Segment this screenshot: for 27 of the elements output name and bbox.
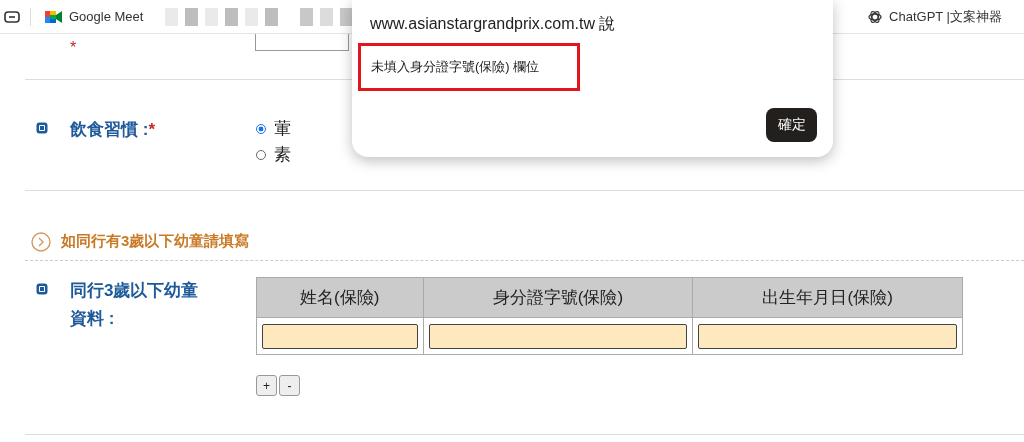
add-row-button[interactable]: + bbox=[256, 375, 277, 396]
column-header: 身分證字號(保險) bbox=[423, 277, 693, 318]
ok-button[interactable]: 確定 bbox=[766, 108, 817, 142]
radio-label[interactable]: 素 bbox=[274, 142, 291, 168]
input-field[interactable] bbox=[255, 34, 349, 51]
chevron-circle-icon bbox=[31, 231, 51, 252]
radio-label[interactable]: 葷 bbox=[274, 116, 291, 142]
video-camera-icon bbox=[45, 9, 62, 24]
section-heading: 如同行有3歲以下幼童請填寫 bbox=[61, 232, 250, 251]
input-field[interactable] bbox=[428, 323, 688, 349]
field-label: 同行3歲以下幼童資料 : bbox=[70, 280, 200, 330]
remove-row-button[interactable]: - bbox=[279, 375, 300, 396]
column-header: 出生年月日(保險) bbox=[692, 277, 963, 318]
bookmark-link[interactable]: Google Meet bbox=[45, 9, 144, 24]
input-field[interactable] bbox=[698, 323, 957, 349]
dialog-title: www.asianstargrandprix.com.tw 說 bbox=[370, 14, 617, 34]
dialog-message: 未填入身分證字號(保險) 欄位 bbox=[371, 59, 540, 74]
bullet-icon bbox=[36, 120, 48, 132]
bullet-icon bbox=[36, 281, 48, 293]
radio-button[interactable] bbox=[256, 124, 266, 134]
required-asterisk: * bbox=[70, 40, 77, 54]
column-header: 姓名(保險) bbox=[256, 277, 424, 318]
input-field[interactable] bbox=[262, 323, 418, 349]
required-asterisk: * bbox=[148, 120, 155, 139]
tab-search-icon[interactable] bbox=[4, 10, 20, 23]
bookmark-link[interactable]: ChatGPT |文案神器 bbox=[868, 7, 1002, 26]
field-label: 飲食習慣 : bbox=[70, 120, 149, 139]
